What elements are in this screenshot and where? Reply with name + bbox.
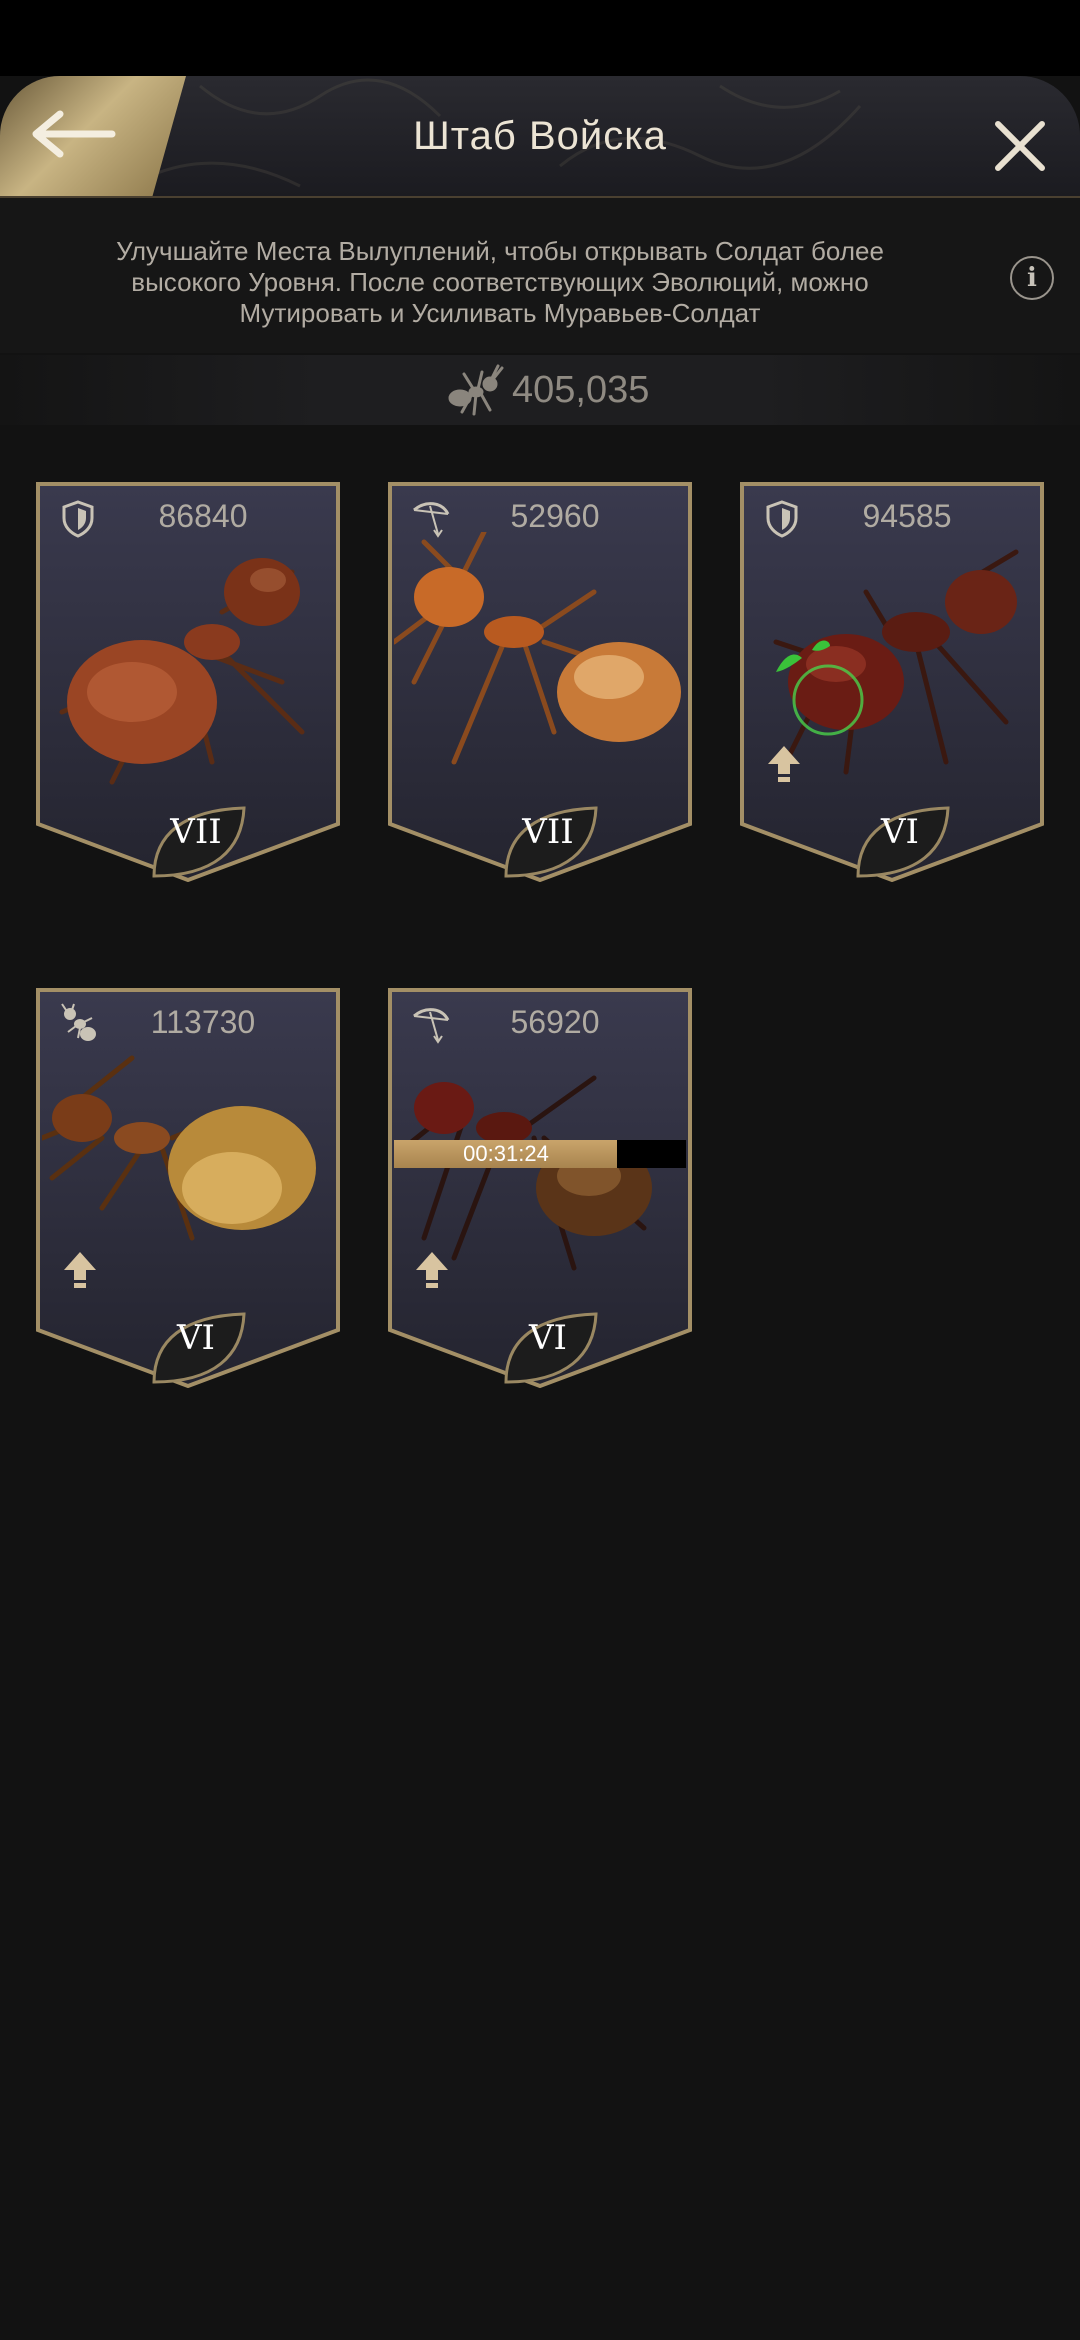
soldier-card-3[interactable]: 94585 VI: [740, 482, 1044, 882]
training-progress-bar: 00:31:24: [394, 1140, 686, 1168]
card-power: 52960: [510, 498, 600, 534]
info-icon[interactable]: i: [1010, 256, 1054, 300]
rank-label: VII: [522, 812, 574, 852]
upgrade-arrow-icon: [416, 1252, 448, 1288]
card-power: 86840: [158, 498, 248, 534]
header-bar: Штаб Войска: [0, 76, 1080, 198]
upgrade-arrow-icon: [64, 1252, 96, 1288]
page-title: Штаб Войска: [413, 114, 667, 158]
rank-label: VII: [170, 812, 222, 852]
close-icon[interactable]: [990, 116, 1050, 176]
soldier-card-2[interactable]: 52960 VII: [388, 482, 692, 882]
troop-count-bar: 405,035: [0, 355, 1080, 425]
ant-image: [394, 532, 681, 765]
soldier-card-5[interactable]: 56920 00:31:24 VI: [388, 988, 692, 1388]
troop-count: 405,035: [512, 369, 650, 411]
upgrade-arrow-icon: [768, 746, 800, 782]
training-timer: 00:31:24: [463, 1141, 549, 1166]
status-bar: [0, 0, 1080, 76]
ant-icon: [448, 364, 504, 416]
rank-label: VI: [529, 1318, 567, 1358]
info-text: Улучшайте Места Вылуплений, чтобы открыв…: [116, 236, 884, 328]
card-power: 94585: [862, 498, 952, 534]
soldier-card-1[interactable]: 86840 VII: [36, 482, 340, 882]
card-power: 56920: [510, 1004, 600, 1040]
info-panel: Улучшайте Места Вылуплений, чтобы открыв…: [0, 198, 1080, 353]
soldier-card-4[interactable]: 113730 VI: [36, 988, 340, 1388]
rank-label: VI: [881, 812, 919, 852]
card-power: 113730: [150, 1004, 256, 1040]
rank-label: VI: [177, 1318, 215, 1358]
ant-image: [59, 558, 305, 785]
